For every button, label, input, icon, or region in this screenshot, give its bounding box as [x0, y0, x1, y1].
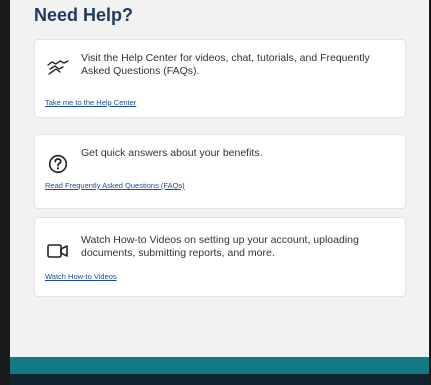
videos-link[interactable]: Watch How-to Videos [45, 272, 117, 281]
help-panel: Need Help? Visit the Help Center for vid… [10, 0, 429, 357]
help-center-description: Visit the Help Center for videos, chat, … [81, 52, 370, 77]
footer-band-teal [10, 357, 429, 374]
videos-card: Watch How-to Videos on setting up your a… [34, 217, 406, 297]
faq-description: Get quick answers about your benefits. [81, 147, 263, 159]
window-edge [0, 0, 10, 385]
question-circle-icon [47, 153, 69, 175]
page-title: Need Help? [34, 5, 134, 25]
help-center-link[interactable]: Take me to the Help Center [45, 98, 136, 107]
video-camera-icon [47, 240, 69, 262]
faq-link[interactable]: Read Frequently Asked Questions (FAQs) [45, 181, 185, 190]
handshake-icon [47, 56, 69, 78]
footer-band-dark [10, 374, 429, 385]
help-center-card: Visit the Help Center for videos, chat, … [34, 39, 406, 118]
faq-card: Get quick answers about your benefits. R… [34, 134, 406, 209]
videos-description: Watch How-to Videos on setting up your a… [81, 234, 359, 259]
